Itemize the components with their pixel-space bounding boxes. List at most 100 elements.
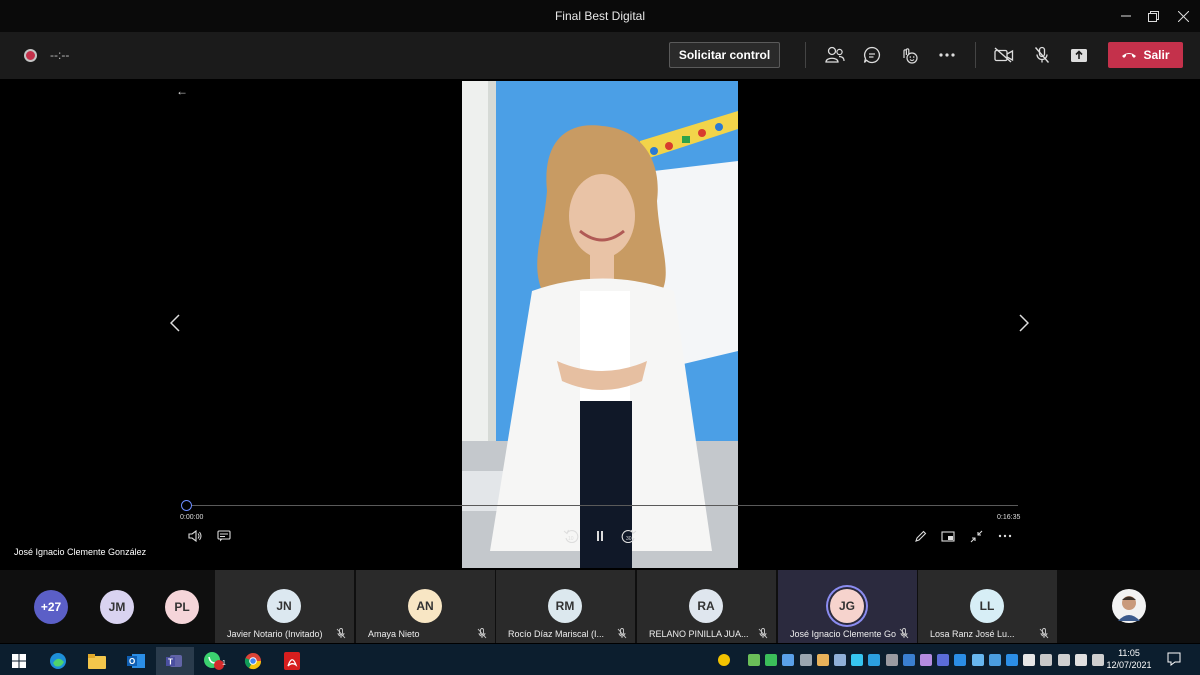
rewind-10-icon[interactable]: 10 xyxy=(562,528,580,544)
tray-app-icon[interactable] xyxy=(885,654,898,666)
window-titlebar: Final Best Digital xyxy=(0,0,1200,32)
participant-tile[interactable]: LL Losa Ranz José Lu... xyxy=(918,570,1057,643)
chrome-icon[interactable] xyxy=(234,647,272,675)
participant-name: Losa Ranz José Lu... xyxy=(930,629,1015,639)
virtual-machine-icon[interactable] xyxy=(1023,654,1036,666)
clock-date: 12/07/2021 xyxy=(1106,660,1152,670)
tray-app-icon[interactable] xyxy=(920,654,932,666)
avatar: LL xyxy=(970,589,1004,623)
sun-app-icon[interactable] xyxy=(718,654,730,666)
outlook-icon[interactable]: O xyxy=(117,647,155,675)
acrobat-icon[interactable] xyxy=(273,647,311,675)
camera-off-icon[interactable] xyxy=(993,44,1015,66)
teams-icon[interactable]: T xyxy=(156,647,194,675)
participant-name: Rocío Díaz Mariscal (I... xyxy=(508,629,605,639)
muted-mic-icon xyxy=(617,628,627,639)
chat-icon[interactable] xyxy=(861,44,883,66)
participants-icon[interactable] xyxy=(824,44,846,66)
overflow-participants-avatar[interactable]: +27 xyxy=(34,590,68,624)
windows-start-icon[interactable] xyxy=(0,647,38,675)
self-photo-avatar xyxy=(1112,589,1146,623)
participant-name: Amaya Nieto xyxy=(368,629,420,639)
file-explorer-icon[interactable] xyxy=(78,647,116,675)
taskbar-clock[interactable]: 11:05 12/07/2021 xyxy=(1104,647,1154,671)
toolbar-divider xyxy=(975,42,976,68)
clock-time: 11:05 xyxy=(1118,648,1140,658)
leave-label: Salir xyxy=(1143,48,1170,62)
muted-mic-icon xyxy=(1039,628,1049,639)
slack-icon[interactable] xyxy=(851,654,864,666)
telegram-icon[interactable] xyxy=(902,654,915,666)
email-tray-icon[interactable] xyxy=(816,654,829,666)
volume-tray-icon[interactable] xyxy=(1040,654,1053,666)
exit-fullscreen-icon[interactable] xyxy=(967,528,985,544)
annotate-pen-icon[interactable] xyxy=(911,528,929,544)
printer-tray-icon[interactable] xyxy=(1074,654,1087,666)
self-video-tile[interactable] xyxy=(1060,570,1200,643)
avatar: JG xyxy=(830,589,864,623)
current-time: 0:00:00 xyxy=(180,514,204,521)
video-progress-track[interactable] xyxy=(186,505,1018,506)
participant-tile[interactable]: JG José Ignacio Clemente Go... xyxy=(778,570,917,643)
dropbox-icon[interactable] xyxy=(971,654,984,666)
onedrive-icon[interactable] xyxy=(988,654,1001,666)
recording-indicator-icon xyxy=(24,49,37,62)
tray-app-icon[interactable] xyxy=(937,654,950,666)
participant-tile[interactable]: RA RELANO PINILLA JUA... xyxy=(637,570,776,643)
tray-app-icon[interactable] xyxy=(748,654,760,666)
request-control-button[interactable]: Solicitar control xyxy=(669,42,780,68)
player-more-icon[interactable] xyxy=(996,528,1014,544)
back-arrow-icon[interactable]: ← xyxy=(176,84,188,98)
svg-text:O: O xyxy=(129,657,135,666)
participant-tile[interactable]: JN Javier Notario (Invitado) xyxy=(215,570,354,643)
forward-30-icon[interactable]: 30 xyxy=(620,528,638,544)
outlook-tray-icon[interactable] xyxy=(1006,654,1018,666)
edge-icon[interactable] xyxy=(39,647,77,675)
restore-button[interactable] xyxy=(1136,4,1170,28)
meeting-toolbar: --:-- Solicitar control Salir xyxy=(0,32,1200,79)
notifications-icon[interactable] xyxy=(1167,652,1181,671)
windows-taskbar: O T 1 xyxy=(0,644,1200,675)
toolbar-divider xyxy=(805,42,806,68)
next-slide-icon[interactable] xyxy=(1019,312,1030,338)
participant-tile[interactable]: RM Rocío Díaz Mariscal (I... xyxy=(496,570,635,643)
leave-button[interactable]: Salir xyxy=(1108,42,1183,68)
participant-name: Javier Notario (Invitado) xyxy=(227,629,323,639)
video-progress-knob[interactable] xyxy=(181,500,192,511)
more-icon[interactable] xyxy=(936,44,958,66)
svg-text:10: 10 xyxy=(568,536,574,542)
muted-mic-icon xyxy=(477,628,487,639)
svg-text:30: 30 xyxy=(626,536,632,542)
mic-off-icon[interactable] xyxy=(1031,44,1053,66)
presenter-name: José Ignacio Clemente González xyxy=(14,547,147,557)
check-app-icon[interactable] xyxy=(765,654,778,666)
tray-app-icon[interactable] xyxy=(782,654,795,666)
shared-video xyxy=(462,81,738,568)
close-button[interactable] xyxy=(1166,4,1200,28)
reactions-icon[interactable] xyxy=(898,44,920,66)
tray-app-icon[interactable] xyxy=(834,654,846,666)
participant-name: RELANO PINILLA JUA... xyxy=(649,629,749,639)
muted-mic-icon xyxy=(758,628,768,639)
previous-slide-icon[interactable] xyxy=(169,312,180,338)
meeting-timer: --:-- xyxy=(50,48,70,62)
keyboard-tray-icon[interactable] xyxy=(1092,654,1104,666)
pause-icon[interactable] xyxy=(591,528,609,544)
participant-tile[interactable]: AN Amaya Nieto xyxy=(356,570,495,643)
muted-mic-icon xyxy=(336,628,346,639)
network-tray-icon[interactable] xyxy=(1057,654,1070,666)
volume-icon[interactable] xyxy=(186,528,204,544)
picture-in-picture-icon[interactable] xyxy=(939,528,957,544)
captions-icon[interactable] xyxy=(215,528,233,544)
avatar: RA xyxy=(689,589,723,623)
avatar[interactable]: JM xyxy=(100,590,134,624)
avatar: AN xyxy=(408,589,442,623)
whatsapp-icon[interactable]: 1 xyxy=(195,647,233,675)
tray-app-icon[interactable] xyxy=(799,654,812,666)
share-icon[interactable] xyxy=(1068,44,1090,66)
participant-name: José Ignacio Clemente Go... xyxy=(790,629,896,639)
teams-tray-icon[interactable] xyxy=(954,654,967,666)
avatar[interactable]: PL xyxy=(165,590,199,624)
svg-text:T: T xyxy=(168,658,173,667)
skype-icon[interactable] xyxy=(868,654,881,666)
